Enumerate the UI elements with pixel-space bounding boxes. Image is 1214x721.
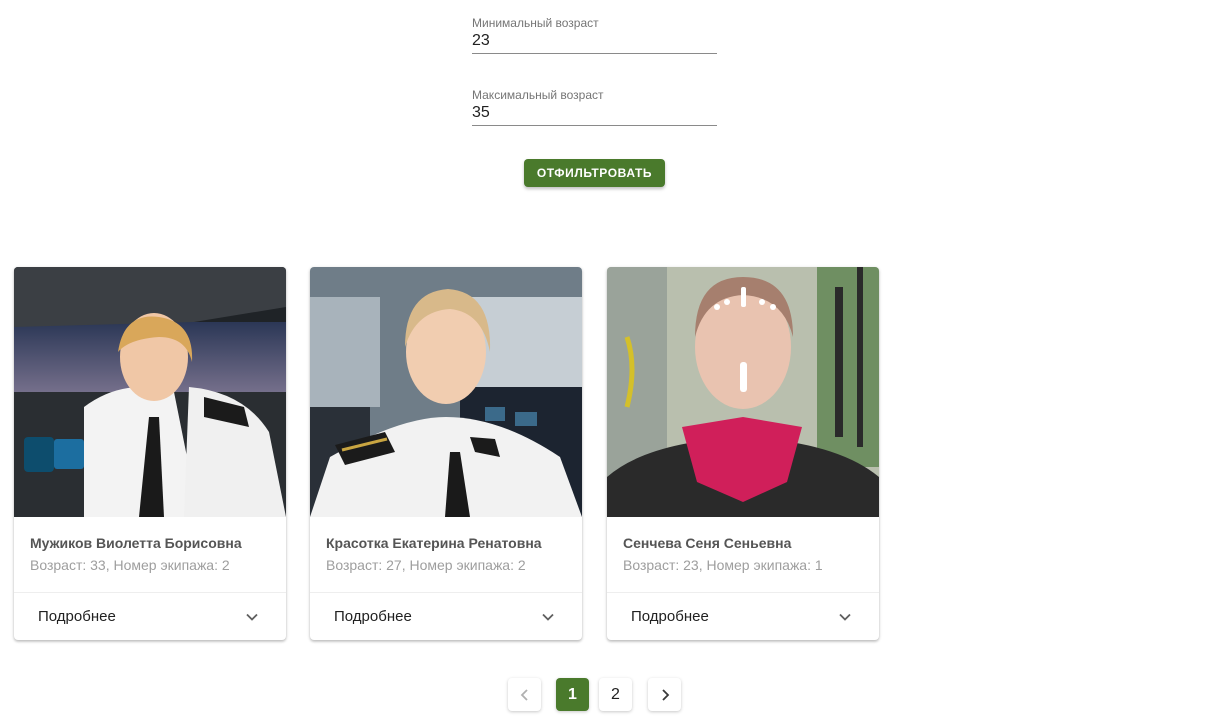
crew-card: Мужиков Виолетта Борисовна Возраст: 33, … [14,267,286,640]
chevron-left-icon [520,689,528,701]
crew-card: Сенчева Сеня Сеньевна Возраст: 23, Номер… [607,267,879,640]
max-age-label: Максимальный возраст [472,88,604,102]
crew-name: Красотка Екатерина Ренатовна [326,535,542,551]
chevron-down-icon [837,609,853,625]
min-age-field: Минимальный возраст [472,16,717,54]
min-age-label: Минимальный возраст [472,16,599,30]
pagination-page-1[interactable]: 1 [556,678,589,711]
pagination-next-button[interactable] [648,678,681,711]
chevron-down-icon [540,609,556,625]
crew-name: Мужиков Виолетта Борисовна [30,535,242,551]
pagination-page-2[interactable]: 2 [599,678,632,711]
details-label: Подробнее [38,608,116,625]
details-label: Подробнее [631,608,709,625]
crew-info: Возраст: 27, Номер экипажа: 2 [326,557,526,573]
details-expand-button[interactable]: Подробнее [310,593,582,640]
crew-photo [14,267,286,517]
max-age-field: Максимальный возраст [472,88,717,126]
filter-button[interactable]: Отфильтровать [524,159,665,187]
crew-name: Сенчева Сеня Сеньевна [623,535,792,551]
crew-info: Возраст: 23, Номер экипажа: 1 [623,557,823,573]
crew-card: Красотка Екатерина Ренатовна Возраст: 27… [310,267,582,640]
max-age-input[interactable] [472,104,717,126]
page: Минимальный возраст Максимальный возраст… [0,0,1214,721]
chevron-down-icon [244,609,260,625]
crew-info: Возраст: 33, Номер экипажа: 2 [30,557,230,573]
crew-photo [310,267,582,517]
details-label: Подробнее [334,608,412,625]
crew-photo [607,267,879,517]
details-expand-button[interactable]: Подробнее [14,593,286,640]
pagination-prev-button[interactable] [508,678,541,711]
chevron-right-icon [662,689,670,701]
details-expand-button[interactable]: Подробнее [607,593,879,640]
min-age-input[interactable] [472,32,717,54]
